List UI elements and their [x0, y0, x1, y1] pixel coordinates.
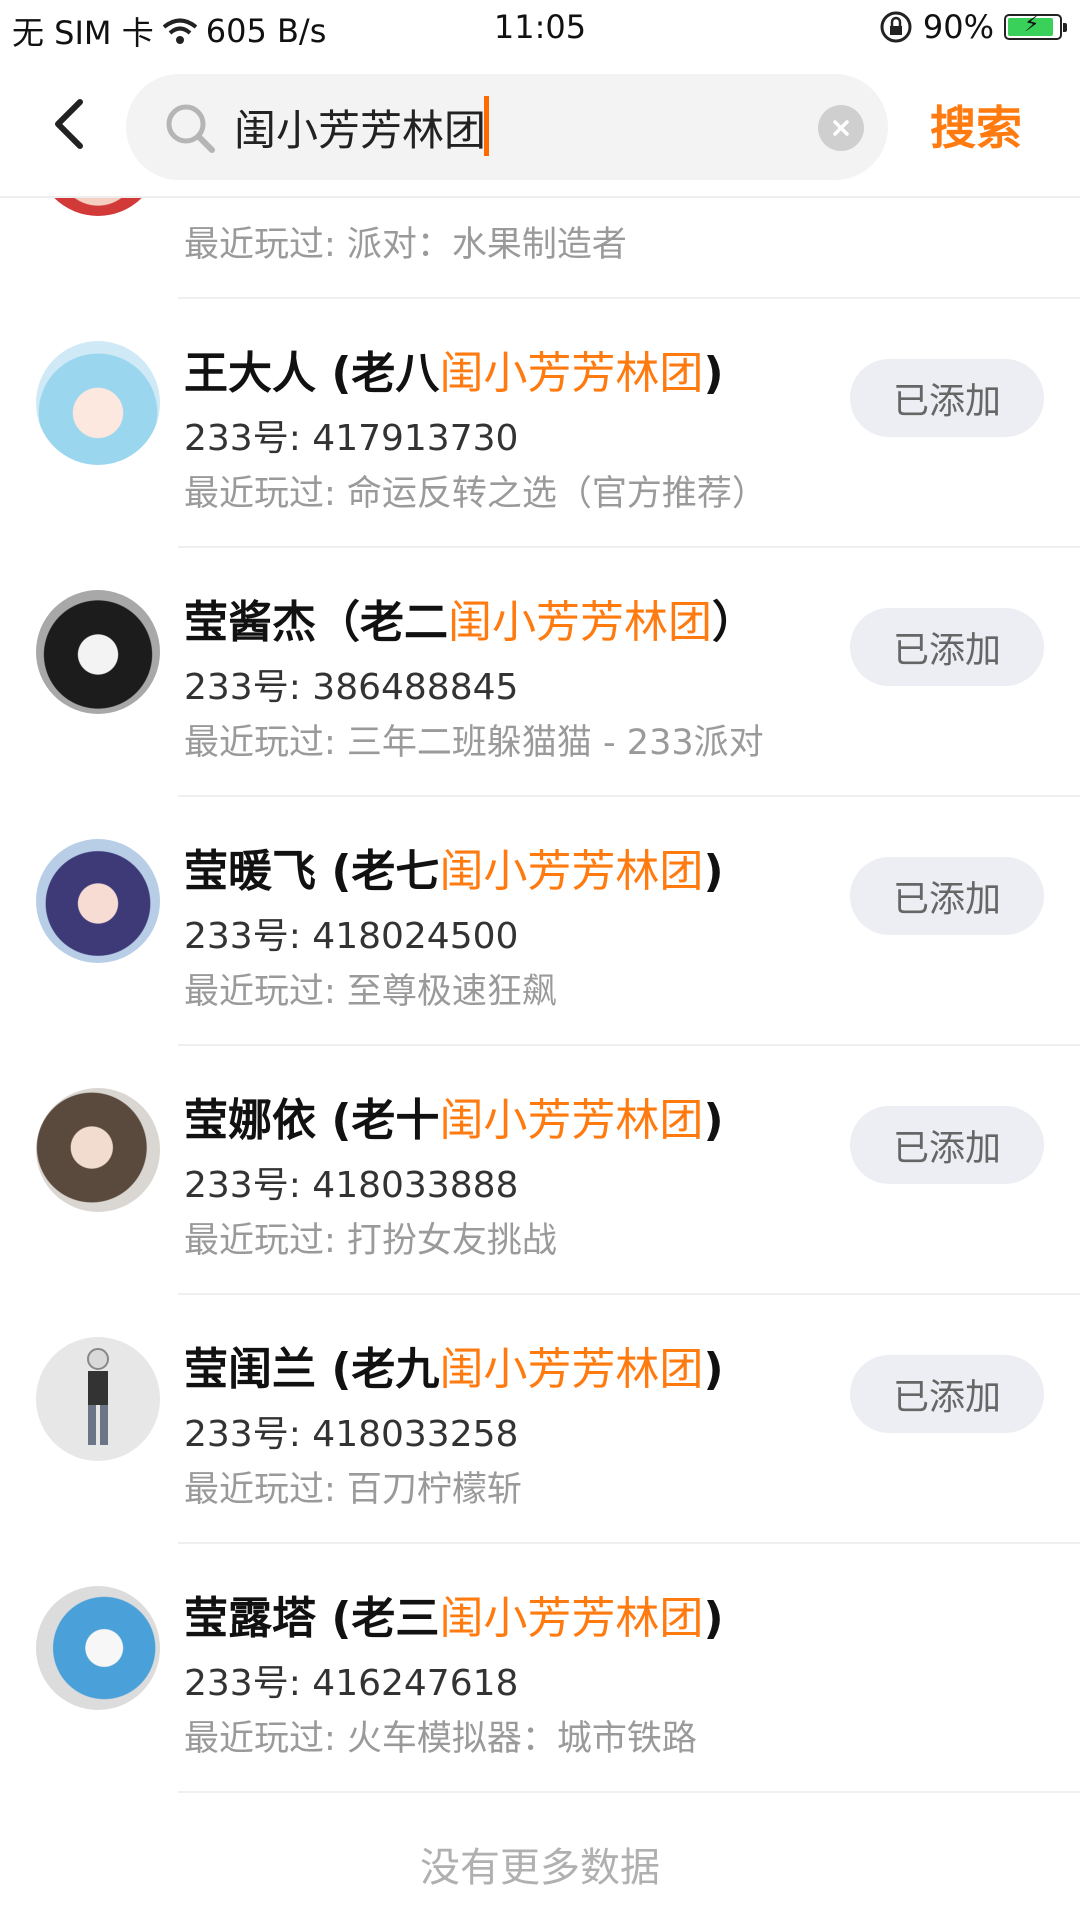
name-highlight: 闺小芳芳林团 [439, 1095, 704, 1146]
user-id: 233号: 386488845 [184, 667, 519, 708]
list-item[interactable]: 莹暖飞 (老七闺小芳芳林团) 233号: 418024500 最近玩过: 至尊极… [0, 797, 1080, 1046]
name-highlight: 闺小芳芳林团 [439, 846, 704, 897]
divider [178, 1791, 1080, 1793]
user-name: 王大人 (老八闺小芳芳林团) [184, 337, 724, 401]
user-id: 233号: 417913730 [184, 418, 519, 459]
added-button[interactable]: 已添加 [850, 359, 1044, 437]
clear-button[interactable] [818, 105, 864, 151]
recent-played: 最近玩过: 百刀柠檬斩 [184, 1470, 522, 1510]
name-suffix: ) [703, 846, 724, 897]
user-id: 233号: 418033258 [184, 1414, 519, 1455]
added-button[interactable]: 已添加 [850, 608, 1044, 686]
avatar [36, 1088, 160, 1212]
name-prefix: 王大人 (老八 [184, 348, 440, 399]
name-suffix: ) [703, 1344, 724, 1395]
name-suffix: ) [703, 348, 724, 399]
avatar [36, 1337, 160, 1461]
search-icon [166, 104, 215, 153]
name-prefix: 莹娜依 (老十 [184, 1095, 440, 1146]
list-item[interactable]: 王大人 (老八闺小芳芳林团) 233号: 417913730 最近玩过: 命运反… [0, 299, 1080, 548]
search-input[interactable] [234, 96, 794, 158]
list-item[interactable]: 莹娜依 (老十闺小芳芳林团) 233号: 418033888 最近玩过: 打扮女… [0, 1046, 1080, 1295]
no-more-data-label: 没有更多数据 [420, 1845, 660, 1891]
recent-played: 最近玩过: 火车模拟器：城市铁路 [184, 1719, 697, 1759]
search-header: 搜索 [0, 56, 1080, 198]
avatar-figure [87, 1348, 109, 1445]
name-prefix: 莹暖飞 (老七 [184, 846, 440, 897]
list-item[interactable]: 莹酱杰（老二闺小芳芳林团） 233号: 386488845 最近玩过: 三年二班… [0, 548, 1080, 797]
result-list: 最近玩过: 派对：水果制造者 王大人 (老八闺小芳芳林团) 233号: 4179… [0, 0, 1080, 1920]
list-item[interactable]: 莹露塔 (老三闺小芳芳林团) 233号: 416247618 最近玩过: 火车模… [0, 1544, 1080, 1793]
name-highlight: 闺小芳芳林团 [448, 597, 712, 648]
text-cursor [484, 96, 489, 156]
name-prefix: 莹酱杰（老二 [184, 597, 448, 648]
search-box[interactable] [126, 74, 888, 180]
name-suffix: ) [703, 1593, 724, 1644]
name-prefix: 莹露塔 (老三 [184, 1593, 440, 1644]
avatar [36, 1586, 160, 1710]
added-button[interactable]: 已添加 [850, 857, 1044, 935]
user-name: 莹露塔 (老三闺小芳芳林团) [184, 1582, 724, 1646]
user-id: 233号: 418033888 [184, 1165, 519, 1206]
avatar [36, 839, 160, 963]
user-name: 莹酱杰（老二闺小芳芳林团） [184, 586, 756, 650]
user-id: 233号: 416247618 [184, 1663, 519, 1704]
recent-played: 最近玩过: 三年二班躲猫猫 - 233派对 [184, 723, 764, 763]
user-name: 莹娜依 (老十闺小芳芳林团) [184, 1084, 724, 1148]
recent-played: 最近玩过: 派对：水果制造者 [184, 225, 627, 265]
avatar [36, 341, 160, 465]
name-highlight: 闺小芳芳林团 [439, 1344, 704, 1395]
name-suffix: ） [712, 597, 756, 648]
name-highlight: 闺小芳芳林团 [439, 1593, 704, 1644]
search-button[interactable]: 搜索 [930, 92, 1022, 158]
recent-played: 最近玩过: 至尊极速狂飙 [184, 972, 557, 1012]
recent-played: 最近玩过: 命运反转之选（官方推荐） [184, 474, 767, 514]
recent-played: 最近玩过: 打扮女友挑战 [184, 1221, 557, 1261]
back-arrow-icon [55, 99, 83, 149]
name-highlight: 闺小芳芳林团 [439, 348, 704, 399]
name-suffix: ) [703, 1095, 724, 1146]
user-id: 233号: 418024500 [184, 916, 519, 957]
avatar [36, 590, 160, 714]
clear-icon [833, 120, 849, 136]
added-button[interactable]: 已添加 [850, 1355, 1044, 1433]
name-prefix: 莹闺兰 (老九 [184, 1344, 440, 1395]
back-button[interactable] [40, 94, 100, 154]
user-name: 莹闺兰 (老九闺小芳芳林团) [184, 1333, 724, 1397]
user-name: 莹暖飞 (老七闺小芳芳林团) [184, 835, 724, 899]
list-item[interactable]: 莹闺兰 (老九闺小芳芳林团) 233号: 418033258 最近玩过: 百刀柠… [0, 1295, 1080, 1544]
added-button[interactable]: 已添加 [850, 1106, 1044, 1184]
